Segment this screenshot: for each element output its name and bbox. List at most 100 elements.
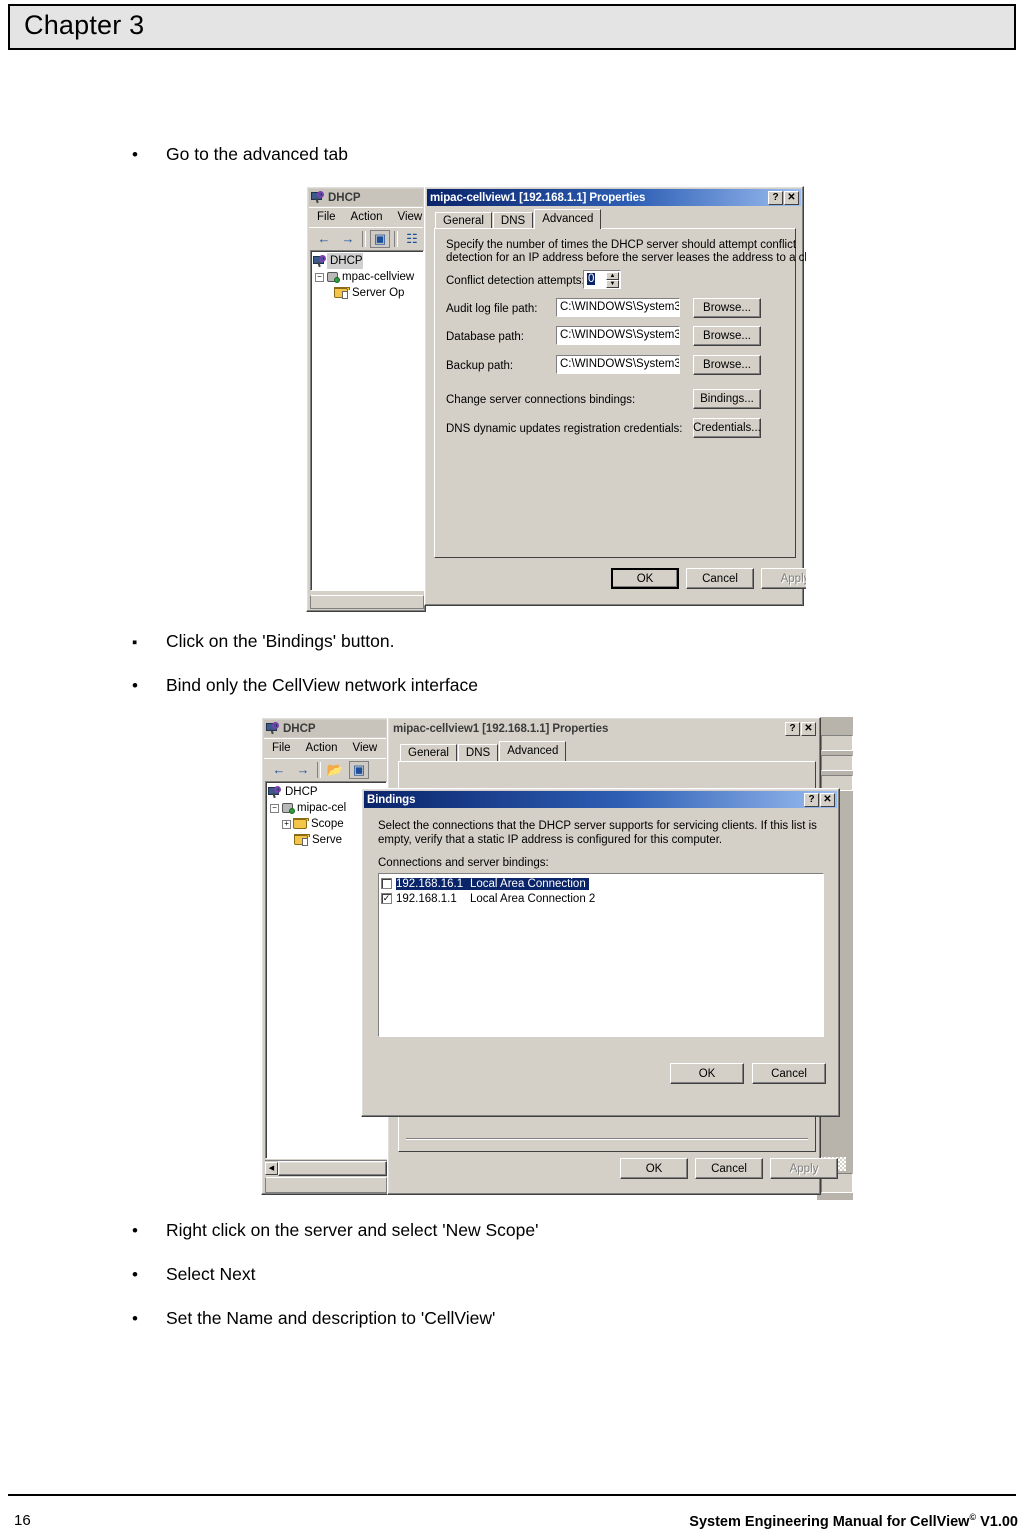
list-item-label: 192.168.1.1 Local Area Connection 2	[396, 893, 595, 905]
tree-item-label: Serve	[312, 834, 343, 846]
tree-expand-icon[interactable]: +	[282, 819, 291, 829]
help-icon[interactable]: ?	[804, 792, 819, 807]
bindings-titlebar[interactable]: Bindings ? ✕	[364, 791, 837, 808]
close-icon[interactable]: ✕	[801, 721, 816, 736]
list-item[interactable]: ✓ 192.168.1.1 Local Area Connection 2	[379, 891, 823, 906]
tree-collapse-icon[interactable]: −	[315, 272, 324, 282]
list-item-name: Local Area Connection 2	[470, 892, 596, 905]
checkbox-unchecked-icon[interactable]	[381, 878, 392, 889]
browse-audit-log-button[interactable]: Browse...	[693, 298, 761, 318]
change-bindings-label: Change server connections bindings:	[446, 394, 636, 406]
console-statusbar	[265, 1177, 387, 1193]
browse-database-button[interactable]: Browse...	[693, 326, 761, 346]
dialog-title: mipac-cellview1 [192.168.1.1] Properties	[393, 722, 609, 735]
tab-panel-advanced: Specify the number of times the DHCP ser…	[434, 228, 806, 558]
back-arrow-icon[interactable]: ←	[314, 230, 334, 248]
tree-collapse-icon[interactable]: −	[270, 803, 279, 813]
backup-path-input[interactable]: C:\WINDOWS\System32\dhcp\ba	[556, 355, 680, 374]
ok-button[interactable]: OK	[620, 1158, 688, 1179]
dialog-titlebar[interactable]: mipac-cellview1 [192.168.1.1] Properties…	[427, 189, 801, 206]
ok-button[interactable]: OK	[611, 568, 679, 589]
dhcp-icon	[268, 785, 282, 799]
screenshot-dhcp-bindings-dialog: DHCP File Action View ← → 📂 ▣ DHCP − mip…	[261, 717, 853, 1200]
console-toolbar: ← → ▣ ☷	[309, 227, 423, 249]
bindings-dialog: Bindings ? ✕ Select the connections that…	[361, 788, 840, 1117]
tree-item-dhcp[interactable]: DHCP	[311, 253, 423, 269]
close-icon[interactable]: ✕	[820, 792, 835, 807]
toolbar-separator	[362, 230, 366, 247]
toolbar-separator	[317, 761, 321, 778]
menu-view[interactable]: View	[353, 742, 378, 754]
bindings-title: Bindings	[367, 793, 416, 806]
bullet-disc-icon	[132, 146, 166, 163]
tab-advanced[interactable]: Advanced	[499, 741, 567, 761]
dhcp-icon	[313, 254, 327, 268]
list-item-label: Go to the advanced tab	[166, 144, 348, 164]
tab-general[interactable]: General	[400, 744, 457, 761]
apply-button: Apply	[761, 568, 806, 589]
folder-options-icon	[294, 834, 310, 846]
menu-action[interactable]: Action	[306, 742, 338, 754]
audit-log-path-input[interactable]: C:\WINDOWS\System32\dhcp	[556, 298, 680, 317]
scroll-thumb[interactable]	[278, 1160, 387, 1176]
bullet-disc-icon	[132, 677, 166, 694]
show-hide-console-tree-icon[interactable]: ▣	[370, 229, 390, 248]
server-icon	[326, 271, 340, 284]
list-item-label: Right click on the server and select 'Ne…	[166, 1220, 539, 1240]
console-tree-pane[interactable]: DHCP − mpac-cellview Server Op	[310, 250, 424, 591]
cancel-button[interactable]: Cancel	[686, 568, 754, 589]
dialog-titlebar[interactable]: mipac-cellview1 [192.168.1.1] Properties…	[390, 720, 818, 737]
menu-view[interactable]: View	[398, 211, 423, 223]
console-titlebar: DHCP	[309, 189, 423, 206]
forward-arrow-icon[interactable]: →	[293, 761, 313, 779]
forward-arrow-icon[interactable]: →	[338, 230, 358, 248]
show-hide-console-tree-icon[interactable]: ▣	[349, 760, 369, 779]
list-item-label: Click on the 'Bindings' button.	[166, 631, 395, 651]
spinner-up-icon: ▲	[606, 272, 619, 280]
footer-version-text: V1.00	[976, 1513, 1018, 1530]
tab-general[interactable]: General	[435, 212, 492, 229]
browse-backup-button[interactable]: Browse...	[693, 355, 761, 375]
ok-button[interactable]: OK	[670, 1063, 744, 1084]
console-title: DHCP	[283, 722, 316, 735]
help-icon[interactable]: ?	[785, 721, 800, 736]
spinner-buttons[interactable]: ▲ ▼	[606, 272, 619, 288]
back-arrow-icon[interactable]: ←	[269, 761, 289, 779]
tree-item-server-options[interactable]: Server Op	[311, 285, 423, 301]
connections-listbox[interactable]: 192.168.16.1 Local Area Connection ✓ 192…	[378, 873, 824, 1037]
backup-path-label: Backup path:	[446, 360, 514, 372]
list-item-ip: 192.168.1.1	[396, 892, 457, 905]
credentials-button[interactable]: Credentials...	[693, 418, 761, 438]
list-item: Click on the 'Bindings' button.	[132, 631, 394, 652]
cancel-button[interactable]: Cancel	[752, 1063, 826, 1084]
tab-advanced[interactable]: Advanced	[534, 209, 602, 229]
tree-item-label: mipac-cel	[297, 802, 347, 814]
up-one-level-icon[interactable]: 📂	[325, 761, 345, 779]
tree-item-server[interactable]: − mpac-cellview	[311, 269, 423, 285]
close-icon[interactable]: ✕	[784, 190, 799, 205]
menu-file[interactable]: File	[317, 211, 336, 223]
page-title: Chapter 3	[24, 10, 145, 40]
conflict-detection-spinner[interactable]: 0 ▲ ▼	[583, 270, 621, 289]
console-horizontal-scrollbar[interactable]: ◀	[265, 1160, 387, 1176]
tab-dns[interactable]: DNS	[457, 744, 499, 761]
cancel-button[interactable]: Cancel	[695, 1158, 763, 1179]
list-item-label: Select Next	[166, 1264, 256, 1284]
bindings-button[interactable]: Bindings...	[693, 389, 761, 409]
tree-item-label: Server Op	[352, 287, 405, 299]
menu-file[interactable]: File	[272, 742, 291, 754]
database-path-input[interactable]: C:\WINDOWS\System32\dhcp	[556, 326, 680, 345]
dns-credentials-label: DNS dynamic updates registration credent…	[446, 423, 683, 435]
tree-item-label: mpac-cellview	[342, 271, 415, 283]
checkbox-checked-icon[interactable]: ✓	[381, 893, 392, 904]
scroll-left-icon[interactable]: ◀	[265, 1161, 278, 1175]
help-icon[interactable]: ?	[768, 190, 783, 205]
menu-action[interactable]: Action	[351, 211, 383, 223]
export-list-icon[interactable]: ☷	[402, 230, 422, 248]
chapter-header-band: Chapter 3	[8, 4, 1016, 50]
list-item[interactable]: 192.168.16.1 Local Area Connection	[379, 876, 823, 891]
tab-dns[interactable]: DNS	[492, 212, 534, 229]
footer-manual-title: System Engineering Manual for CellView© …	[689, 1512, 1018, 1530]
list-item: Bind only the CellView network interface	[132, 675, 478, 696]
dhcp-icon	[266, 722, 280, 735]
